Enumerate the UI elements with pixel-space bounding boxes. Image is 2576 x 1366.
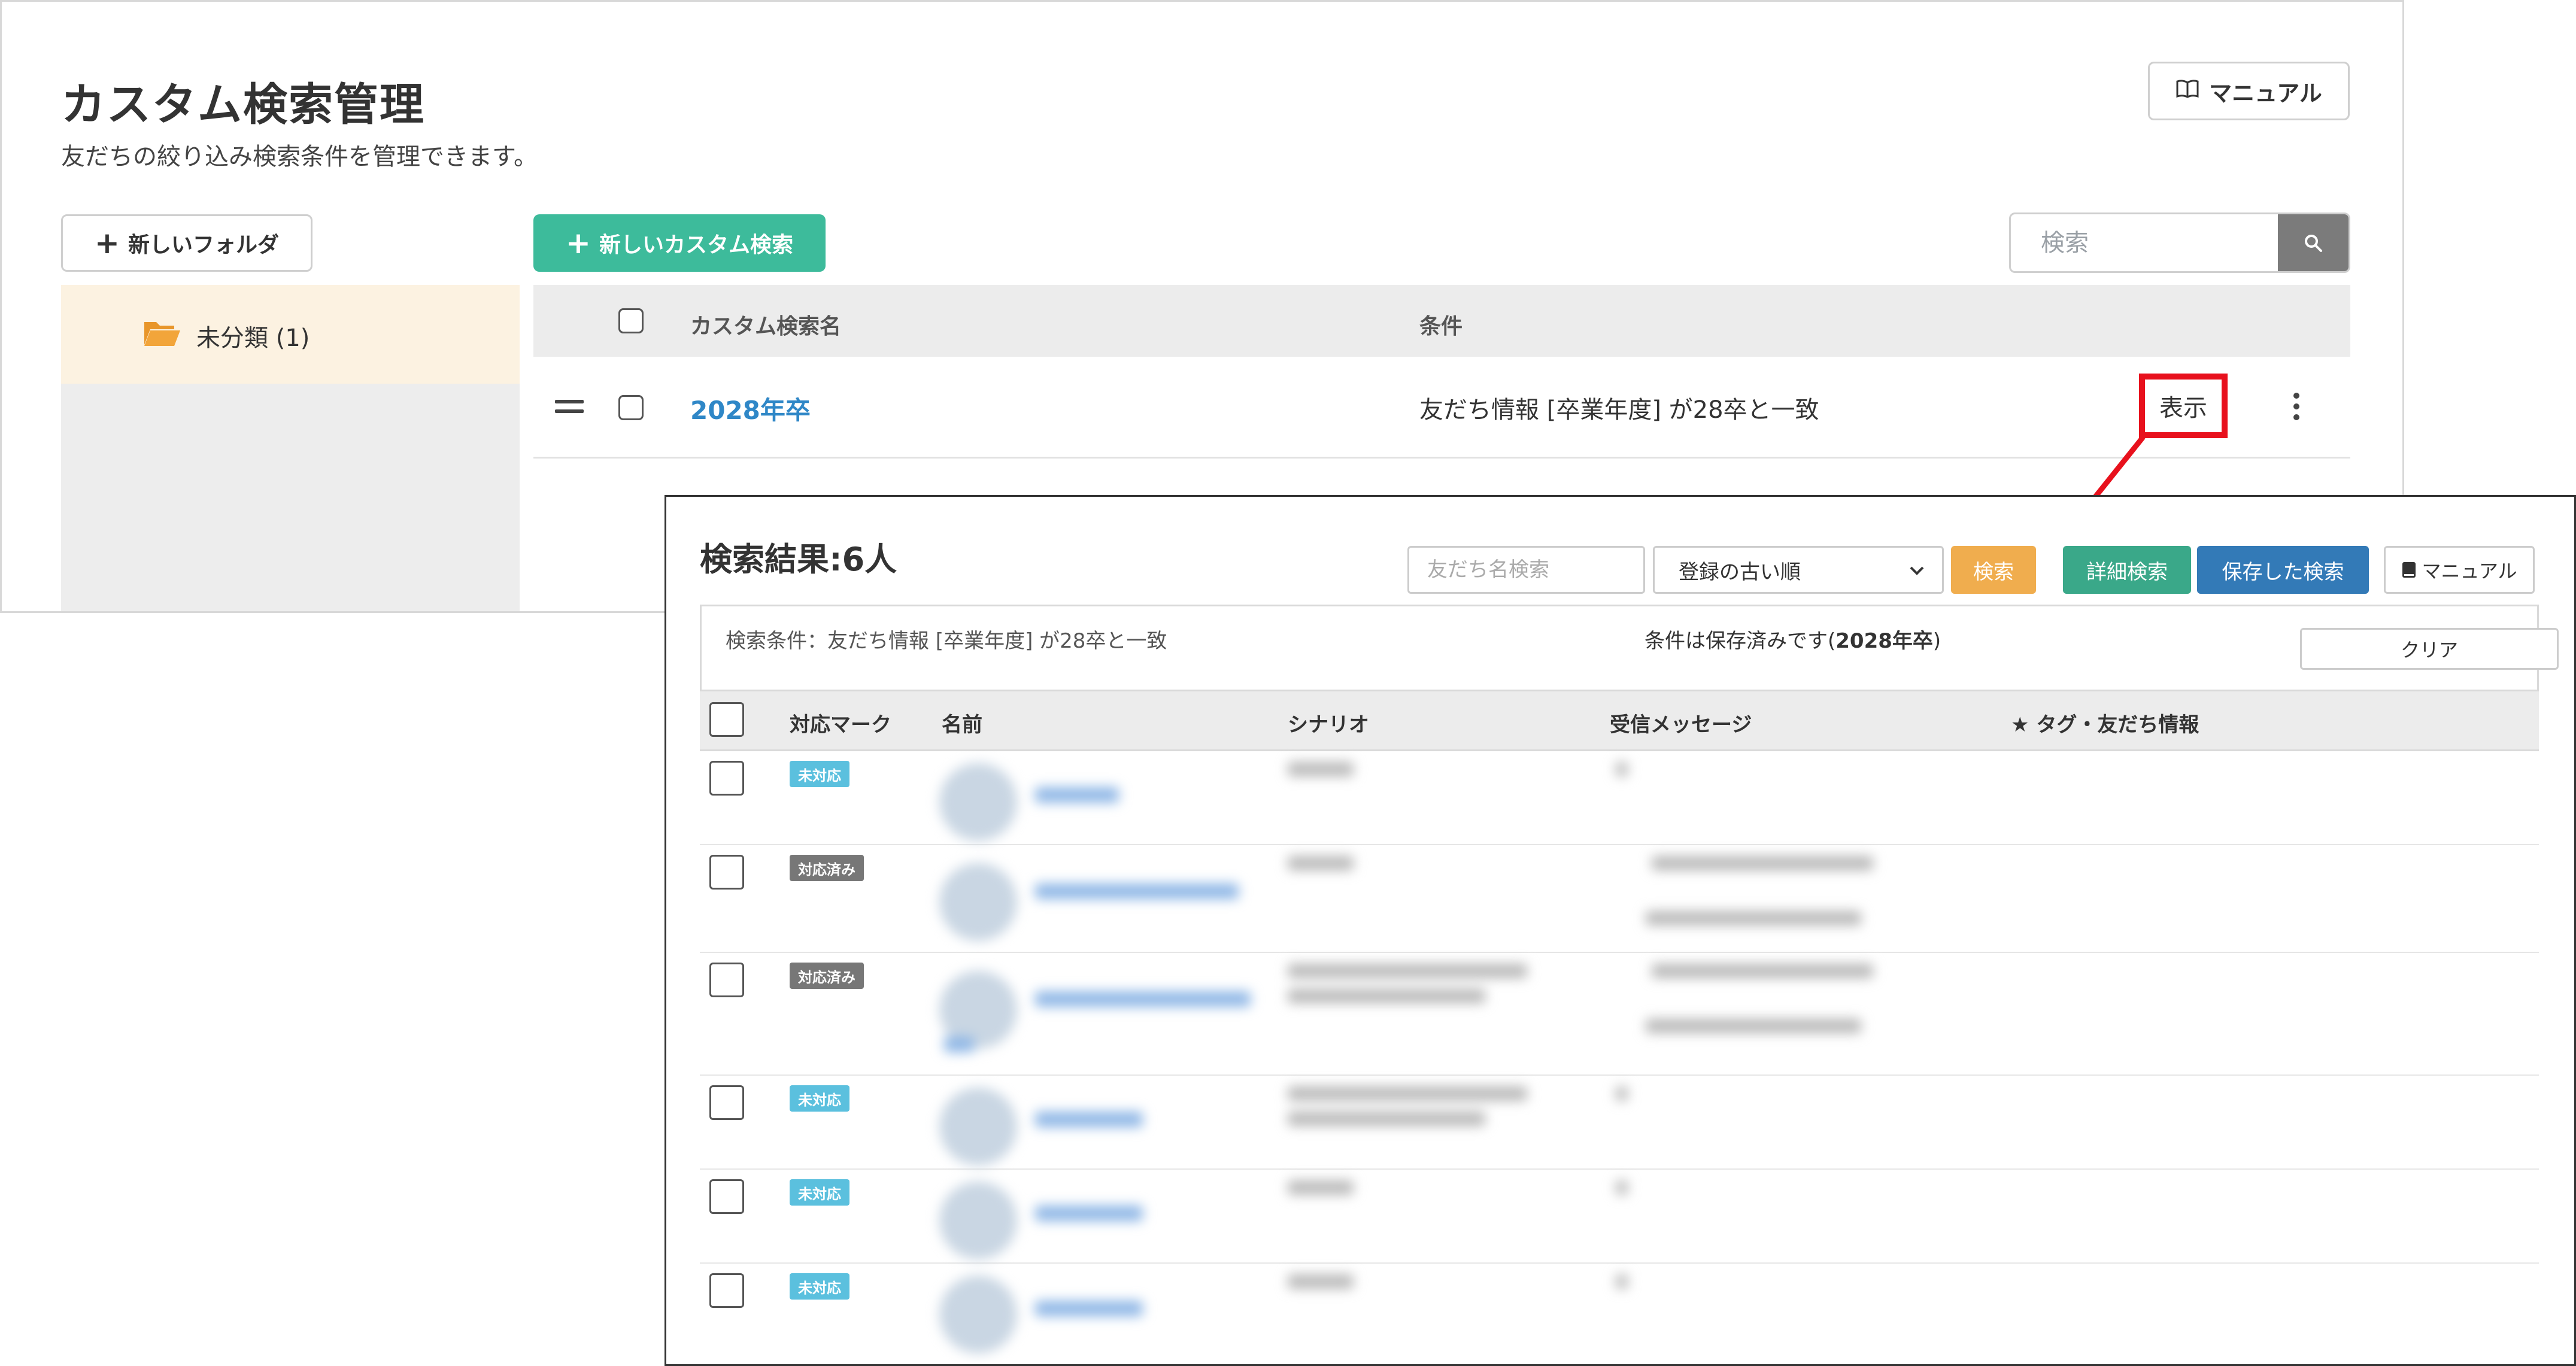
avatar: [939, 1276, 1017, 1353]
status-badge: 未対応: [790, 761, 849, 787]
result-row: 未対応: [700, 1264, 2539, 1364]
sort-select-value: 登録の古い順: [1679, 560, 1801, 584]
page-subtitle: 友だちの絞り込み検索条件を管理できます。: [61, 143, 538, 171]
page-title: カスタム検索管理: [61, 79, 425, 130]
search-result-panel: 検索結果:6人 登録の古い順 検索 詳細検索 保存した検索 マニュアル 検索条件…: [665, 495, 2576, 1366]
column-header-tags: ★ タグ・友だち情報: [2011, 713, 2199, 737]
search-box: [2009, 213, 2350, 273]
sort-select[interactable]: 登録の古い順: [1653, 546, 1944, 594]
search-input[interactable]: [2011, 214, 2280, 271]
avatar: [939, 763, 1017, 841]
column-header-message: 受信メッセージ: [1610, 713, 1752, 737]
row-checkbox[interactable]: [709, 855, 744, 890]
search-icon: [2305, 234, 2322, 252]
column-header-condition: 条件: [1419, 314, 1463, 339]
column-header-mark: 対応マーク: [790, 713, 891, 737]
chevron-down-icon: [1910, 566, 1924, 575]
result-table-header: 対応マーク 名前 シナリオ 受信メッセージ ★ タグ・友だち情報: [700, 691, 2539, 751]
row-checkbox[interactable]: [618, 395, 644, 420]
new-folder-button[interactable]: + 新しいフォルダ: [61, 214, 312, 272]
folder-item-uncategorized[interactable]: 未分類 (1): [61, 285, 520, 384]
row-checkbox[interactable]: [709, 1273, 744, 1308]
result-row: 未対応: [700, 1076, 2539, 1170]
book-icon: [2402, 562, 2416, 578]
saved-condition-name: 2028年卒: [1835, 629, 1933, 653]
avatar: [939, 863, 1017, 941]
status-badge: 対応済み: [790, 963, 864, 989]
column-header-name: 名前: [942, 713, 982, 737]
row-checkbox[interactable]: [709, 1085, 744, 1120]
book-icon: [2176, 78, 2199, 104]
detail-search-button[interactable]: 詳細検索: [2063, 546, 2191, 594]
folder-sidebar: 未分類 (1): [61, 285, 520, 611]
clear-button[interactable]: クリア: [2300, 628, 2559, 670]
saved-condition-text: 条件は保存済みです(2028年卒): [1644, 629, 1941, 653]
manual-button[interactable]: マニュアル: [2148, 62, 2350, 120]
drag-handle-icon[interactable]: [555, 400, 584, 419]
show-button[interactable]: 表示: [2139, 374, 2228, 438]
column-header-scenario: シナリオ: [1288, 713, 1369, 737]
manual-button-label: マニュアル: [2422, 560, 2517, 582]
custom-search-table-header: カスタム検索名 条件: [533, 285, 2350, 357]
result-row: 対応済み: [700, 845, 2539, 953]
select-all-checkbox[interactable]: [618, 308, 644, 333]
new-custom-search-button[interactable]: + 新しいカスタム検索: [533, 214, 826, 272]
search-button[interactable]: 検索: [1951, 546, 2036, 594]
status-badge: 未対応: [790, 1085, 849, 1112]
search-condition-text: 検索条件：友だち情報 [卒業年度] が28卒と一致: [726, 629, 1167, 653]
column-header-name: カスタム検索名: [690, 314, 842, 339]
folder-label: 未分類 (1): [196, 324, 310, 352]
custom-search-condition: 友だち情報 [卒業年度] が28卒と一致: [1419, 396, 1819, 424]
friend-name-search-input[interactable]: [1407, 546, 1645, 594]
manual-button-label: マニュアル: [2209, 80, 2322, 107]
new-folder-label: 新しいフォルダ: [128, 233, 279, 257]
avatar: [939, 1182, 1017, 1259]
search-button[interactable]: [2278, 214, 2349, 271]
saved-search-button[interactable]: 保存した検索: [2197, 546, 2369, 594]
plus-icon: +: [566, 226, 591, 260]
manual-button[interactable]: マニュアル: [2384, 546, 2535, 594]
status-badge: 未対応: [790, 1273, 849, 1300]
avatar: [939, 1088, 1017, 1165]
search-condition-bar: 検索条件：友だち情報 [卒業年度] が28卒と一致 条件は保存済みです(2028…: [700, 605, 2559, 691]
row-checkbox[interactable]: [709, 963, 744, 997]
table-row: 2028年卒 友だち情報 [卒業年度] が28卒と一致 表示: [533, 357, 2350, 459]
row-checkbox[interactable]: [709, 1179, 744, 1214]
row-checkbox[interactable]: [709, 761, 744, 796]
status-badge: 対応済み: [790, 855, 864, 881]
folder-open-icon: [143, 318, 181, 350]
new-custom-search-label: 新しいカスタム検索: [599, 233, 793, 257]
more-options-icon[interactable]: [2293, 393, 2302, 425]
result-title: 検索結果:6人: [700, 541, 897, 578]
status-badge: 未対応: [790, 1179, 849, 1206]
result-row: 未対応: [700, 751, 2539, 845]
select-all-checkbox[interactable]: [709, 702, 744, 737]
result-row: 未対応: [700, 1170, 2539, 1264]
result-row: 対応済み: [700, 953, 2539, 1076]
plus-icon: +: [95, 226, 120, 260]
custom-search-name-link[interactable]: 2028年卒: [690, 390, 811, 427]
